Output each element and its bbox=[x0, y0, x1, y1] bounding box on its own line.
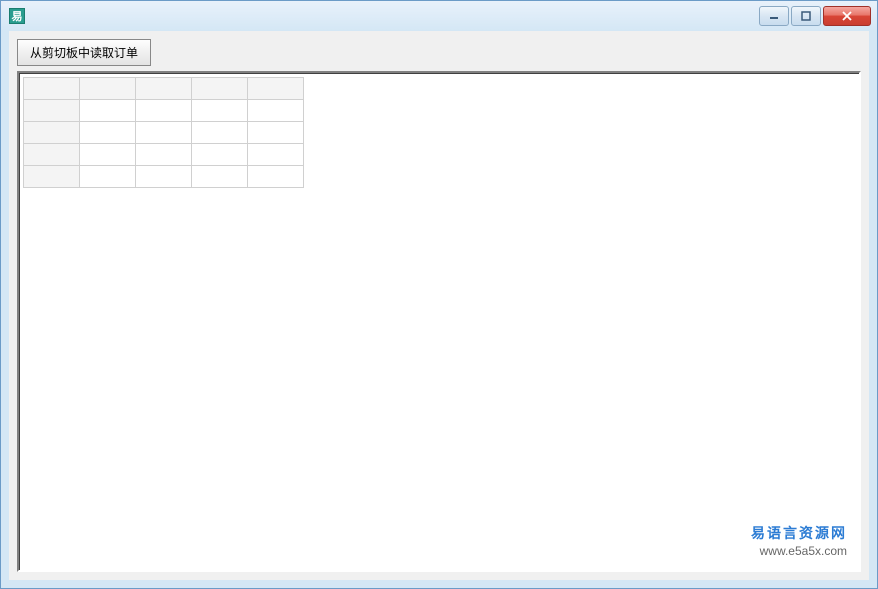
grid-cell[interactable] bbox=[80, 166, 136, 188]
maximize-button[interactable] bbox=[791, 6, 821, 26]
grid-cell[interactable] bbox=[136, 100, 192, 122]
toolbar: 从剪切板中读取订单 bbox=[9, 31, 869, 72]
grid-cell[interactable] bbox=[192, 144, 248, 166]
grid-corner-cell[interactable] bbox=[24, 78, 80, 100]
watermark-url: www.e5a5x.com bbox=[751, 544, 847, 560]
grid-cell[interactable] bbox=[192, 166, 248, 188]
watermark-title: 易语言资源网 bbox=[751, 526, 847, 544]
grid-cell[interactable] bbox=[248, 144, 304, 166]
grid-cell[interactable] bbox=[80, 144, 136, 166]
grid-col-header[interactable] bbox=[248, 78, 304, 100]
grid-cell[interactable] bbox=[248, 166, 304, 188]
grid-col-header[interactable] bbox=[136, 78, 192, 100]
grid-cell[interactable] bbox=[80, 122, 136, 144]
grid-row-header[interactable] bbox=[24, 144, 80, 166]
grid-row bbox=[24, 122, 304, 144]
grid-row bbox=[24, 100, 304, 122]
close-button[interactable] bbox=[823, 6, 871, 26]
grid-cell[interactable] bbox=[136, 122, 192, 144]
grid-col-header[interactable] bbox=[80, 78, 136, 100]
grid-header-row bbox=[24, 78, 304, 100]
grid-cell[interactable] bbox=[248, 100, 304, 122]
grid-cell[interactable] bbox=[248, 122, 304, 144]
grid-cell[interactable] bbox=[192, 100, 248, 122]
grid-row-header[interactable] bbox=[24, 122, 80, 144]
app-icon: 易 bbox=[9, 8, 25, 24]
grid-row bbox=[24, 166, 304, 188]
app-window: 易 从剪切板中读取订单 bbox=[0, 0, 878, 589]
grid-cell[interactable] bbox=[192, 122, 248, 144]
grid-cell[interactable] bbox=[136, 166, 192, 188]
minimize-button[interactable] bbox=[759, 6, 789, 26]
window-controls bbox=[759, 6, 871, 26]
titlebar[interactable]: 易 bbox=[1, 1, 877, 31]
grid-row-header[interactable] bbox=[24, 166, 80, 188]
grid-cell[interactable] bbox=[136, 144, 192, 166]
content-panel: 易语言资源网 www.e5a5x.com bbox=[17, 71, 861, 572]
watermark: 易语言资源网 www.e5a5x.com bbox=[751, 526, 847, 560]
read-clipboard-order-button[interactable]: 从剪切板中读取订单 bbox=[17, 39, 151, 66]
client-area: 从剪切板中读取订单 bbox=[9, 31, 869, 580]
grid-cell[interactable] bbox=[80, 100, 136, 122]
grid-col-header[interactable] bbox=[192, 78, 248, 100]
grid-row bbox=[24, 144, 304, 166]
grid-row-header[interactable] bbox=[24, 100, 80, 122]
titlebar-left: 易 bbox=[9, 8, 31, 24]
data-grid[interactable] bbox=[23, 77, 304, 188]
